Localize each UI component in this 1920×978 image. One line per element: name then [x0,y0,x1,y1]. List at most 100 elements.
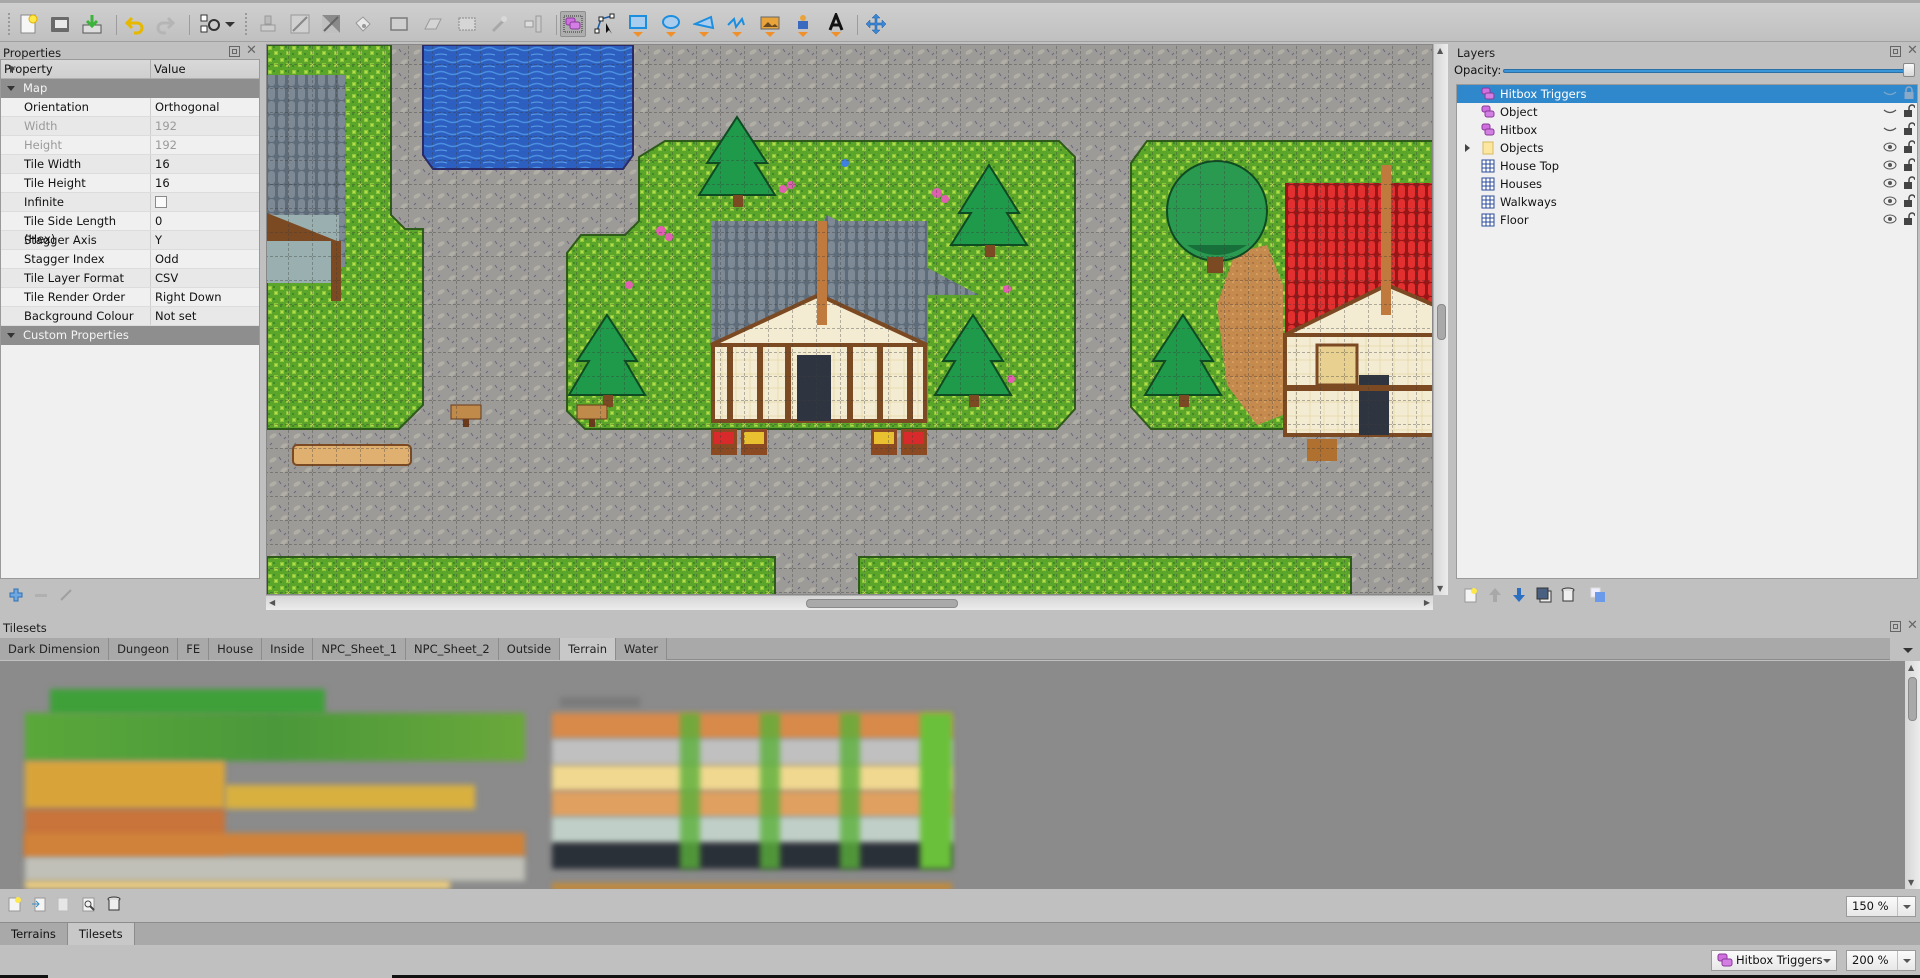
group-custom-properties[interactable]: Custom Properties [1,326,259,345]
unlock-icon[interactable] [1903,104,1916,118]
property-row[interactable]: Orientation Orthogonal [1,98,259,117]
map-render[interactable] [267,45,1433,595]
layer-item[interactable]: Object [1457,103,1917,121]
scroll-down-arrow[interactable]: ▼ [1908,878,1914,887]
opacity-track[interactable] [1503,69,1909,73]
property-row[interactable]: Infinite [1,193,259,212]
scrollbar-thumb[interactable] [806,599,958,608]
redo-button[interactable] [152,11,178,37]
eraser-button[interactable] [420,11,446,37]
magic-wand-button[interactable] [486,11,512,37]
lower-layer-button[interactable] [1510,586,1528,604]
collapse-icon[interactable] [7,333,15,338]
scrollbar-thumb[interactable] [1908,677,1917,721]
raise-layer-button[interactable] [1486,586,1504,604]
unlock-icon[interactable] [1903,212,1916,226]
map-canvas[interactable] [266,44,1433,595]
expand-icon[interactable] [10,65,15,73]
scroll-left-arrow[interactable]: ◀ [269,598,275,607]
eye-icon[interactable] [1883,140,1897,154]
lock-icon[interactable] [1903,86,1915,100]
layer-item[interactable]: Houses [1457,175,1917,193]
property-row[interactable]: Tile Height 16 [1,174,259,193]
insert-template-button[interactable] [790,11,816,37]
eye-icon[interactable] [1883,176,1897,190]
unlock-icon[interactable] [1903,176,1916,190]
scroll-up-arrow[interactable]: ▲ [1908,663,1914,672]
insert-polygon-button[interactable] [691,11,717,37]
map-horizontal-scrollbar[interactable]: ◀ ▶ [266,595,1433,610]
import-tileset-button[interactable] [30,895,48,913]
layer-item[interactable]: Objects [1457,139,1917,157]
property-row[interactable]: Tile Layer Format CSV [1,269,259,288]
unlock-icon[interactable] [1903,158,1916,172]
edit-tileset-button[interactable] [80,895,98,913]
property-row[interactable]: Background Colour Not set [1,65,259,326]
commands-button[interactable] [197,11,223,37]
rect-select-button[interactable] [454,11,480,37]
dock-tab-tilesets[interactable]: Tilesets [67,923,135,945]
new-tileset-button[interactable] [6,895,24,913]
property-row[interactable]: Stagger Axis Y [1,231,259,250]
property-value[interactable]: Y [151,231,259,249]
property-value[interactable]: CSV [151,269,259,287]
property-value[interactable]: 192 [151,136,259,154]
shape-fill-button[interactable] [386,11,412,37]
add-property-button[interactable] [7,586,25,604]
tileset-tab[interactable]: Dungeon [109,638,179,660]
infinite-checkbox[interactable] [155,196,167,208]
close-panel-icon[interactable]: ✕ [246,44,257,57]
tileset-zoom-combo[interactable]: 150 % [1846,896,1916,917]
insert-tile-button[interactable] [757,11,783,37]
property-value[interactable]: Not set [151,307,259,325]
dock-tab-terrains[interactable]: Terrains [0,923,68,945]
property-row[interactable]: Height 192 [1,136,259,155]
toggle-other-layers-button[interactable] [1589,586,1607,604]
scroll-up-arrow[interactable]: ▲ [1437,46,1443,55]
wang-brush-button[interactable] [318,11,344,37]
open-button[interactable] [47,11,73,37]
unlock-icon[interactable] [1903,194,1916,208]
float-panel-icon[interactable] [1890,46,1901,57]
new-map-button[interactable] [16,11,42,37]
layer-item[interactable]: Walkways [1457,193,1917,211]
close-panel-icon[interactable]: ✕ [1907,619,1918,632]
property-row[interactable]: Tile Side Length (Hex) 0 [1,212,259,246]
float-panel-icon[interactable] [1890,621,1901,632]
scroll-down-arrow[interactable]: ▼ [1437,584,1443,593]
insert-ellipse-button[interactable] [658,11,684,37]
property-value[interactable]: Orthogonal [151,98,259,116]
property-value[interactable]: 16 [151,174,259,192]
property-checkbox-cell[interactable] [151,193,259,211]
undo-button[interactable] [122,11,148,37]
save-button[interactable] [79,11,105,37]
tileset-tab[interactable]: Dark Dimension [0,638,110,660]
remove-tileset-button[interactable] [105,895,123,913]
opacity-slider[interactable] [1503,63,1915,77]
world-tool-button[interactable] [863,11,889,37]
terrain-brush-button[interactable] [287,11,313,37]
layer-item[interactable]: Hitbox Triggers [1457,85,1917,103]
rename-property-button[interactable] [57,586,75,604]
group-map[interactable]: Map [1,79,259,98]
chevron-down-icon[interactable] [1818,951,1836,970]
float-panel-icon[interactable] [229,46,240,57]
remove-property-button[interactable] [32,586,50,604]
close-panel-icon[interactable]: ✕ [1907,44,1918,57]
property-value[interactable]: 16 [151,155,259,173]
tileset-view[interactable] [0,661,1905,889]
tileset-tab[interactable]: Inside [262,638,314,660]
property-row[interactable]: Tile Render Order Right Down [1,288,259,307]
property-value[interactable]: Odd [151,250,259,268]
expand-icon[interactable] [1465,144,1470,152]
tileset-tab[interactable]: FE [178,638,210,660]
collapse-icon[interactable] [7,86,15,91]
eye-closed-icon[interactable] [1883,104,1897,118]
property-row[interactable]: Width 192 [1,117,259,136]
opacity-handle[interactable] [1903,63,1915,77]
scrollbar-thumb[interactable] [1437,304,1446,340]
toolbar-grip[interactable] [245,13,249,35]
eye-icon[interactable] [1883,158,1897,172]
map-zoom-combo[interactable]: 200 % [1846,950,1916,971]
layer-item[interactable]: Floor [1457,211,1917,229]
